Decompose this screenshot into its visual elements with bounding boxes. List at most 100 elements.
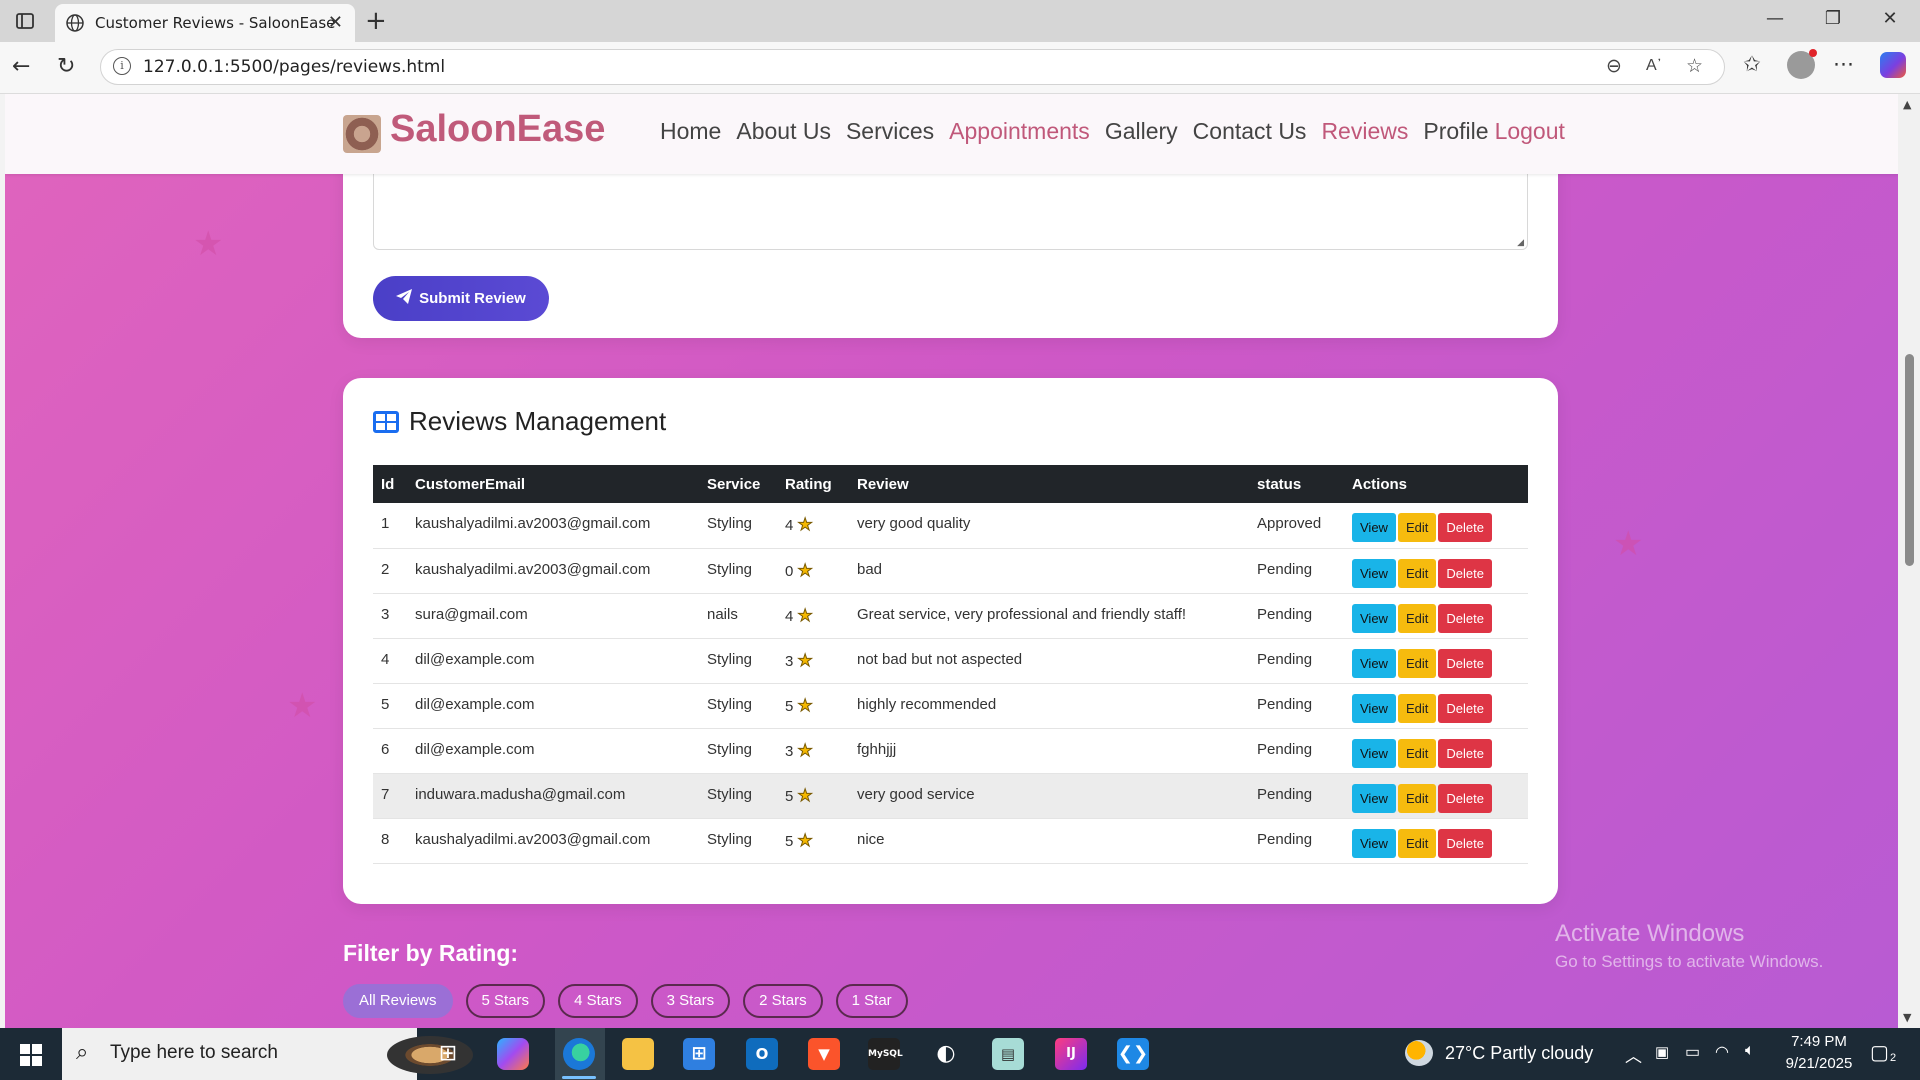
delete-button[interactable]: Delete	[1438, 513, 1492, 542]
filter-5-stars[interactable]: 5 Stars	[465, 984, 546, 1018]
edge-browser-icon[interactable]	[563, 1038, 595, 1070]
read-aloud-icon[interactable]: A᾽	[1646, 57, 1662, 75]
favorite-star-icon[interactable]: ☆	[1686, 55, 1703, 77]
edit-button[interactable]: Edit	[1397, 648, 1437, 678]
view-button[interactable]: View	[1352, 648, 1396, 678]
mysql-workbench-icon[interactable]: MySQL	[868, 1038, 903, 1070]
view-button[interactable]: View	[1352, 783, 1396, 813]
brand-logo[interactable]	[343, 115, 381, 153]
cell-service: Styling	[707, 560, 753, 578]
copilot-app-icon[interactable]	[497, 1038, 529, 1070]
vscode-icon[interactable]: ❮❯	[1117, 1038, 1149, 1070]
edit-button[interactable]: Edit	[1397, 558, 1437, 588]
brave-browser-icon[interactable]: ▼	[808, 1038, 840, 1070]
nav-reviews[interactable]: Reviews	[1321, 118, 1408, 145]
minimize-window-button[interactable]: —	[1755, 8, 1795, 29]
filter-4-stars[interactable]: 4 Stars	[558, 984, 638, 1018]
edit-button[interactable]: Edit	[1397, 783, 1437, 813]
nav-about-us[interactable]: About Us	[736, 118, 831, 145]
nav-appointments[interactable]: Appointments	[949, 118, 1090, 145]
task-view-icon[interactable]: ⊞	[432, 1038, 464, 1070]
nav-services[interactable]: Services	[846, 118, 934, 145]
delete-button[interactable]: Delete	[1438, 828, 1492, 858]
col-status: status	[1257, 475, 1302, 493]
page-scrollbar[interactable]: ▲ ▼	[1898, 94, 1920, 1028]
url-text[interactable]: 127.0.0.1:5500/pages/reviews.html	[143, 57, 445, 77]
close-tab-icon[interactable]: ✕	[328, 12, 343, 33]
delete-button[interactable]: Delete	[1438, 783, 1492, 813]
windows-start-icon[interactable]	[20, 1044, 42, 1066]
file-explorer-icon[interactable]	[622, 1038, 654, 1070]
outlook-icon[interactable]: O	[746, 1038, 778, 1070]
filter-all-reviews[interactable]: All Reviews	[343, 984, 453, 1018]
meet-now-icon[interactable]: ▣	[1655, 1043, 1669, 1061]
nav-logout[interactable]: Logout	[1495, 118, 1565, 145]
nav-home[interactable]: Home	[660, 118, 721, 145]
edit-button[interactable]: Edit	[1397, 738, 1437, 768]
copilot-icon[interactable]	[1880, 52, 1906, 78]
clock-date[interactable]: 9/21/2025	[1775, 1055, 1863, 1072]
resize-grip-icon[interactable]: ◢	[1517, 238, 1524, 248]
profile-avatar-icon[interactable]	[1787, 49, 1817, 79]
cell-status: Pending	[1257, 560, 1313, 578]
nav-contact-us[interactable]: Contact Us	[1193, 118, 1307, 145]
table-row: 6 dil@example.com Styling 3 ★ fghhjjj Pending…	[373, 728, 1528, 773]
submit-review-button[interactable]: Submit Review	[373, 276, 549, 321]
clock-time[interactable]: 7:49 PM	[1780, 1033, 1858, 1050]
edit-button[interactable]: Edit	[1397, 828, 1437, 858]
star-icon: ★	[797, 515, 813, 535]
cell-status: Pending	[1257, 695, 1313, 713]
nav-gallery[interactable]: Gallery	[1105, 118, 1178, 145]
delete-button[interactable]: Delete	[1438, 648, 1492, 678]
restore-window-button[interactable]: ❐	[1813, 8, 1853, 29]
delete-button[interactable]: Delete	[1438, 558, 1492, 588]
new-tab-button[interactable]: +	[365, 6, 387, 36]
back-arrow-icon[interactable]: ←	[12, 54, 30, 79]
zoom-icon[interactable]: ⊖	[1606, 55, 1622, 77]
edit-button[interactable]: Edit	[1397, 693, 1437, 723]
intellij-idea-icon[interactable]: IJ	[1055, 1038, 1087, 1070]
more-menu-icon[interactable]: ⋯	[1833, 52, 1854, 76]
view-button[interactable]: View	[1352, 513, 1396, 542]
notepad-icon[interactable]: ▤	[992, 1038, 1024, 1070]
review-textarea[interactable]: ◢	[373, 164, 1528, 250]
workspaces-icon[interactable]	[12, 8, 38, 34]
favorites-icon[interactable]: ✩	[1743, 52, 1761, 76]
filter-2-stars[interactable]: 2 Stars	[743, 984, 823, 1018]
view-button[interactable]: View	[1352, 558, 1396, 588]
close-window-button[interactable]: ✕	[1870, 8, 1910, 29]
filter-1-star[interactable]: 1 Star	[835, 984, 908, 1018]
main-menu: Home About Us Services Appointments Gall…	[660, 118, 1565, 145]
weather-text[interactable]: 27°C Partly cloudy	[1445, 1043, 1593, 1064]
view-button[interactable]: View	[1352, 738, 1396, 768]
view-button[interactable]: View	[1352, 603, 1396, 633]
view-button[interactable]: View	[1352, 828, 1396, 858]
edit-button[interactable]: Edit	[1397, 513, 1437, 542]
view-button[interactable]: View	[1352, 693, 1396, 723]
show-hidden-icons[interactable]: ︿	[1625, 1042, 1642, 1067]
delete-button[interactable]: Delete	[1438, 738, 1492, 768]
table-header-row: Id CustomerEmail Service Rating Review s…	[373, 465, 1528, 503]
taskbar-search[interactable]: ⌕ Type here to search	[62, 1028, 473, 1080]
browser-tab-active[interactable]: Customer Reviews - SaloonEase ✕	[55, 4, 355, 42]
eclipse-icon[interactable]: ◐	[930, 1038, 962, 1070]
scrollbar-thumb[interactable]	[1905, 354, 1914, 566]
volume-icon[interactable]: 🔈︎	[1745, 1042, 1755, 1060]
nav-profile[interactable]: Profile	[1423, 118, 1488, 145]
notification-icon[interactable]: ▢	[1870, 1040, 1889, 1065]
filter-3-stars[interactable]: 3 Stars	[650, 984, 731, 1018]
scroll-up-icon[interactable]: ▲	[1903, 98, 1911, 111]
microsoft-store-icon[interactable]: ⊞	[683, 1038, 715, 1070]
address-bar[interactable]: i 127.0.0.1:5500/pages/reviews.html ⊖ A᾽…	[100, 49, 1725, 85]
edit-button[interactable]: Edit	[1397, 603, 1437, 633]
scroll-down-icon[interactable]: ▼	[1903, 1011, 1911, 1024]
site-info-icon[interactable]: i	[113, 57, 131, 75]
reload-icon[interactable]: ↻	[57, 54, 75, 79]
brand-name[interactable]: SaloonEase	[390, 108, 605, 151]
delete-button[interactable]: Delete	[1438, 693, 1492, 723]
reviews-management-heading: Reviews Management	[373, 406, 666, 437]
battery-icon[interactable]: ▭	[1685, 1042, 1700, 1062]
wifi-icon[interactable]: ◠	[1715, 1042, 1729, 1062]
delete-button[interactable]: Delete	[1438, 603, 1492, 633]
partly-cloudy-icon[interactable]	[1405, 1040, 1433, 1066]
